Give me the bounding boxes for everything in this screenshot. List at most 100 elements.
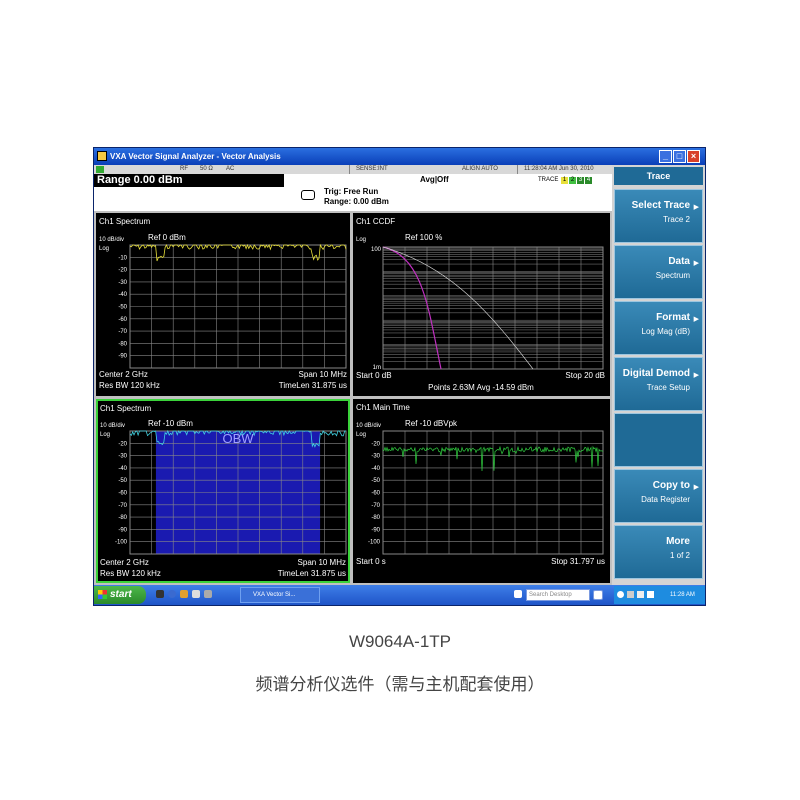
- center-freq: Center 2 GHz: [99, 370, 148, 379]
- softkey-value: Spectrum: [655, 271, 690, 280]
- y-tick-label: -40: [118, 466, 127, 472]
- status-timestamp: 11:28:04 AM Jun 30, 2010: [524, 166, 594, 172]
- y-tick-label: -80: [118, 515, 127, 521]
- softkey-value: Data Register: [641, 495, 690, 504]
- range-readout[interactable]: Range 0.00 dBm: [94, 174, 284, 187]
- app-icon[interactable]: [204, 590, 212, 598]
- tray-icon[interactable]: [617, 591, 624, 598]
- log-label: Log: [356, 432, 366, 438]
- search-placeholder: Search Desktop: [529, 592, 572, 598]
- status-impedance: 50 Ω: [200, 166, 213, 172]
- trace-label: TRACE: [538, 177, 559, 183]
- ccdf-trace: [382, 246, 442, 370]
- media-icon[interactable]: [192, 590, 200, 598]
- panel-title: Ch1 Spectrum: [99, 217, 150, 226]
- y-tick-label: -50: [118, 478, 127, 484]
- start-time: Start 0 s: [356, 557, 386, 566]
- start-button[interactable]: start: [94, 586, 146, 604]
- desktop-search-input[interactable]: Search Desktop: [526, 589, 590, 601]
- display-grid: Ch1 Spectrum 10 dB/div Ref 0 dBm Log -10 -20 -…: [94, 211, 612, 585]
- softkey-label: Copy to: [652, 480, 690, 491]
- y-tick-label: -40: [371, 466, 380, 472]
- y-tick-label: -20: [118, 441, 127, 447]
- softkey-6[interactable]: Copy to Data Register ▶: [614, 469, 703, 523]
- softkey-label: Select Trace: [631, 200, 690, 211]
- gaussian-reference: [382, 246, 534, 370]
- close-button[interactable]: ×: [687, 150, 700, 163]
- center-freq: Center 2 GHz: [100, 558, 149, 567]
- time-length: TimeLen 31.875 us: [279, 381, 347, 390]
- res-bw: Res BW 120 kHz: [100, 569, 161, 578]
- spectrum-panel-1[interactable]: Ch1 Spectrum 10 dB/div Ref 0 dBm Log -10 -20 -…: [96, 213, 350, 396]
- ref-level: Ref 0 dBm: [148, 233, 186, 242]
- range-status: Range: 0.00 dBm: [324, 197, 389, 206]
- measurement-header: Range 0.00 dBm Avg|Off TRACE 1234 Trig: …: [94, 174, 612, 211]
- submenu-arrow-icon: ▶: [693, 204, 699, 211]
- taskbar: start VXA Vector Si... Search Desktop 11…: [94, 585, 705, 605]
- ccdf-plot: Ch1 CCDFLog Ref 100 %1001mStart 0 dB Stop …: [356, 217, 605, 392]
- minimize-button[interactable]: _: [659, 150, 672, 163]
- y-tick-label: -50: [371, 478, 380, 484]
- softkey-label: More: [666, 536, 690, 547]
- description-caption: 频谱分析仪选件（需与主机配套使用）: [255, 675, 545, 694]
- softkey-value: Trace Setup: [646, 383, 690, 392]
- scale-label: Log: [356, 237, 366, 243]
- avg-status: Avg|Off: [420, 175, 449, 184]
- softkey-7[interactable]: More 1 of 2: [614, 525, 703, 579]
- maximize-button[interactable]: □: [673, 150, 686, 163]
- points-avg: Points 2.63M Avg -14.59 dBm: [428, 383, 534, 392]
- status-align: ALIGN AUTO: [462, 166, 498, 172]
- y-tick-label: -100: [368, 540, 381, 546]
- softkey-1[interactable]: Select Trace Trace 2 ▶: [614, 189, 703, 243]
- spectrum-panel-2[interactable]: Ch1 Spectrum 10 dB/div Ref -10 dBm Log -20 -3…: [96, 399, 350, 583]
- y-tick-label: -20: [118, 268, 127, 274]
- y-tick-label: -10: [118, 255, 127, 261]
- menu-title: Trace: [614, 167, 703, 185]
- ref-level: Ref 100 %: [405, 233, 442, 242]
- status-coupling: AC: [226, 166, 235, 172]
- softkey-label: Data: [668, 256, 690, 267]
- tray-icon[interactable]: [647, 591, 654, 598]
- y-tick-label: -30: [371, 454, 380, 460]
- tray-icon[interactable]: [637, 591, 644, 598]
- trace-4-box: 4: [585, 177, 593, 184]
- spectrum-plot-2: Ch1 Spectrum 10 dB/div Ref -10 dBm Log -20 -3…: [100, 404, 347, 578]
- analyzer-window: VXA Vector Signal Analyzer - Vector Anal…: [93, 147, 706, 606]
- softkey-3[interactable]: Format Log Mag (dB) ▶: [614, 301, 703, 355]
- ccdf-panel[interactable]: Ch1 CCDF Log Ref 100 % 100 1m Start 0 dB Stop …: [353, 213, 610, 396]
- help-icon[interactable]: [514, 590, 522, 598]
- spectrum-plot-1: Ch1 Spectrum 10 dB/div Ref 0 dBm Log -10 -20 -…: [99, 217, 347, 390]
- status-sense: SENSE:INT: [356, 166, 388, 172]
- tray-icon[interactable]: [627, 591, 634, 598]
- ref-level: Ref -10 dBVpk: [405, 419, 458, 428]
- y-tick-label: -90: [118, 527, 127, 533]
- search-icon[interactable]: [593, 590, 603, 600]
- status-rf: RF: [180, 166, 188, 172]
- model-caption: W9064A-1TP: [348, 632, 452, 651]
- submenu-arrow-icon: ▶: [693, 372, 699, 379]
- window-title: VXA Vector Signal Analyzer - Vector Anal…: [110, 152, 281, 161]
- task-button-vxa[interactable]: VXA Vector Si...: [240, 587, 320, 603]
- span: Span 10 MHz: [299, 370, 347, 379]
- clock: 11:28 AM: [670, 592, 695, 598]
- y-tick-label: -30: [118, 454, 127, 460]
- scale-label: 10 dB/div: [99, 237, 124, 243]
- quicklaunch-icon[interactable]: [156, 590, 164, 598]
- panel-title: Ch1 Main Time: [356, 403, 410, 412]
- status-indicator: [96, 166, 104, 173]
- stop-db: Stop 20 dB: [565, 371, 605, 380]
- softkey-value: 1 of 2: [669, 551, 690, 560]
- softkey-4[interactable]: Digital Demod Trace Setup ▶: [614, 357, 703, 411]
- start-db: Start 0 dB: [356, 371, 392, 380]
- log-label: Log: [100, 432, 110, 438]
- softkey-value: Log Mag (dB): [641, 327, 690, 336]
- softkey-2[interactable]: Data Spectrum ▶: [614, 245, 703, 299]
- softkey-5: [614, 413, 703, 467]
- title-bar[interactable]: VXA Vector Signal Analyzer - Vector Anal…: [94, 148, 705, 165]
- res-bw: Res BW 120 kHz: [99, 381, 160, 390]
- scale-label: 10 dB/div: [356, 423, 381, 429]
- trace-3-box: 3: [577, 177, 585, 184]
- folder-icon[interactable]: [180, 590, 188, 598]
- main-time-panel[interactable]: Ch1 Main Time 10 dB/div Ref -10 dBVpk Log -2…: [353, 399, 610, 583]
- ie-icon[interactable]: [168, 590, 176, 598]
